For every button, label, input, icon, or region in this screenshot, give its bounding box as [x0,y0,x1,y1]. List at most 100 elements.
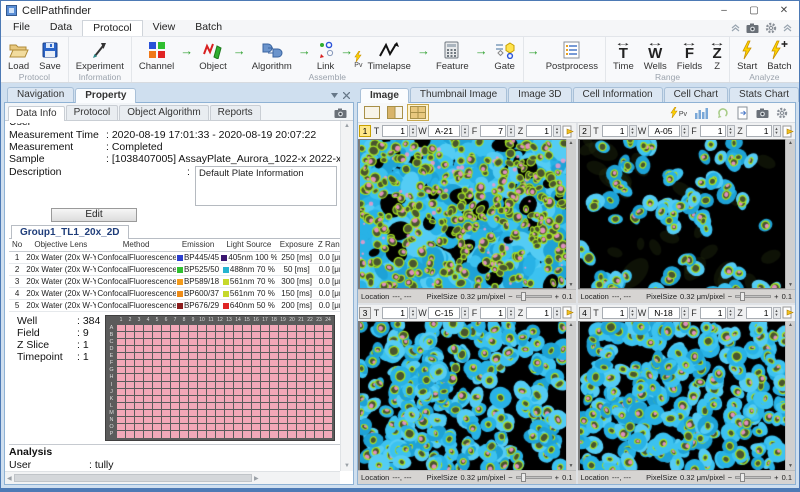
t-input[interactable] [382,125,408,137]
t-input[interactable] [382,307,408,319]
zoom-slider-thumb[interactable] [521,292,526,301]
spinner-control[interactable]: ▲▼ [553,307,561,319]
histogram-icon[interactable] [694,107,709,119]
camera-icon[interactable] [746,23,759,33]
field-input[interactable] [700,307,726,319]
scroll-down-icon[interactable]: ▼ [786,463,795,469]
viewer-index-button[interactable]: 1 [359,125,371,137]
viewer-scrollbar[interactable]: ▲▼ [785,139,795,289]
zoom-slider[interactable] [516,295,552,298]
layout-button-single-pane-icon[interactable] [361,104,383,121]
ribbon-z-button[interactable]: ↔ZZ [707,39,727,72]
tab-data-info[interactable]: Data Info [8,106,65,121]
camera-icon[interactable] [334,108,347,118]
minimize-button[interactable]: – [709,1,739,20]
zoom-slider[interactable] [735,295,771,298]
scroll-down-icon[interactable]: ▼ [344,463,350,469]
spinner-control[interactable]: ▲▼ [681,307,689,319]
zoom-out-button[interactable]: − [508,473,512,482]
ribbon-load-button[interactable]: Load [3,39,34,72]
ribbon-link-button[interactable]: Link [312,39,339,72]
ribbon-postprocess-button[interactable]: Postprocess [541,39,603,72]
field-input[interactable] [480,125,506,137]
menu-tab-view[interactable]: View [143,20,186,36]
spinner-control[interactable]: ▲▼ [461,125,469,137]
z-input[interactable] [746,307,772,319]
z-input[interactable] [526,125,552,137]
layout-button-quad-pane-icon[interactable] [407,104,429,121]
zoom-slider[interactable] [735,476,771,479]
viewer-index-button[interactable]: 2 [579,125,591,137]
viewer-index-button[interactable]: 4 [579,307,591,319]
collapse-icon[interactable] [731,24,740,32]
pv-toolbar-button[interactable]: Pv [670,107,687,118]
loop-icon[interactable] [716,107,730,119]
scrollbar-thumb[interactable] [14,474,252,482]
zoom-in-button[interactable]: + [774,473,778,482]
well-input[interactable] [428,125,460,137]
menu-tab-batch[interactable]: Batch [185,20,232,36]
ribbon-channel-button[interactable]: Channel [134,39,179,72]
tab-protocol[interactable]: Protocol [66,105,119,120]
ribbon-algorithm-button[interactable]: Algorithm [247,39,297,72]
zoom-out-button[interactable]: − [508,292,512,301]
play-export-icon[interactable] [782,306,795,319]
tab-navigation[interactable]: Navigation [7,87,74,102]
zoom-slider-thumb[interactable] [740,473,745,482]
tab-stats-chart[interactable]: Stats Chart [729,87,799,102]
vertical-scrollbar[interactable]: ▲ ▼ [340,121,353,471]
collapse-icon[interactable] [783,24,792,32]
spinner-control[interactable]: ▲▼ [773,307,781,319]
tab-object-algorithm[interactable]: Object Algorithm [119,105,208,120]
t-input[interactable] [602,307,628,319]
play-export-icon[interactable] [562,125,575,138]
tab-cell-information[interactable]: Cell Information [573,87,663,102]
description-box[interactable]: Default Plate Information [195,166,337,206]
channel-group-tab[interactable]: Group1_TL1_20x_2D [11,225,129,239]
ribbon-fields-button[interactable]: ↔FFields [672,39,707,72]
zoom-slider-thumb[interactable] [740,292,745,301]
ribbon-time-button[interactable]: ↔TTime [608,39,639,72]
spinner-control[interactable]: ▲▼ [461,307,469,319]
menu-tab-protocol[interactable]: Protocol [82,20,143,36]
zoom-in-button[interactable]: + [555,292,559,301]
scroll-down-icon[interactable]: ▼ [786,282,795,288]
scroll-up-icon[interactable]: ▲ [567,140,576,146]
edit-button[interactable]: Edit [51,208,137,222]
spinner-control[interactable]: ▲▼ [507,307,515,319]
cell-image-canvas[interactable] [360,322,566,470]
zoom-in-button[interactable]: + [555,473,559,482]
ribbon-feature-button[interactable]: Feature [431,39,474,72]
tab-thumbnail-image[interactable]: Thumbnail Image [410,87,507,102]
scroll-up-icon[interactable]: ▲ [344,123,350,129]
export-icon[interactable] [737,106,749,120]
close-icon[interactable] [343,92,350,99]
z-input[interactable] [746,125,772,137]
spinner-control[interactable]: ▲▼ [727,307,735,319]
spinner-control[interactable]: ▲▼ [681,125,689,137]
dropdown-icon[interactable] [331,93,338,98]
maximize-button[interactable]: ▢ [739,1,769,20]
spinner-control[interactable]: ▲▼ [507,125,515,137]
tab-reports[interactable]: Reports [210,105,261,120]
t-input[interactable] [602,125,628,137]
cell-image-canvas[interactable] [580,140,786,288]
tab-cell-chart[interactable]: Cell Chart [664,87,728,102]
table-row[interactable]: 320x Water (20x W-Y1)ConfocalFluorescenc… [9,275,340,287]
zoom-in-button[interactable]: + [774,292,778,301]
tab-image[interactable]: Image [360,88,409,103]
play-export-icon[interactable] [562,306,575,319]
ribbon-timelapse-button[interactable]: Timelapse [362,39,415,72]
menu-tab-data[interactable]: Data [40,20,82,36]
table-row[interactable]: 520x Water (20x W-Y1)ConfocalFluorescenc… [9,299,340,311]
scroll-up-icon[interactable]: ▲ [786,322,795,328]
ribbon-gate-button[interactable]: Gate [489,39,521,72]
viewer-scrollbar[interactable]: ▲▼ [785,321,795,471]
zoom-slider-thumb[interactable] [521,473,526,482]
scroll-up-icon[interactable]: ▲ [567,322,576,328]
menu-tab-file[interactable]: File [3,20,40,36]
cell-image-canvas[interactable] [360,140,566,288]
camera-icon[interactable] [756,108,769,118]
layout-button-dual-pane-icon[interactable] [384,104,406,121]
spinner-control[interactable]: ▲▼ [409,125,417,137]
